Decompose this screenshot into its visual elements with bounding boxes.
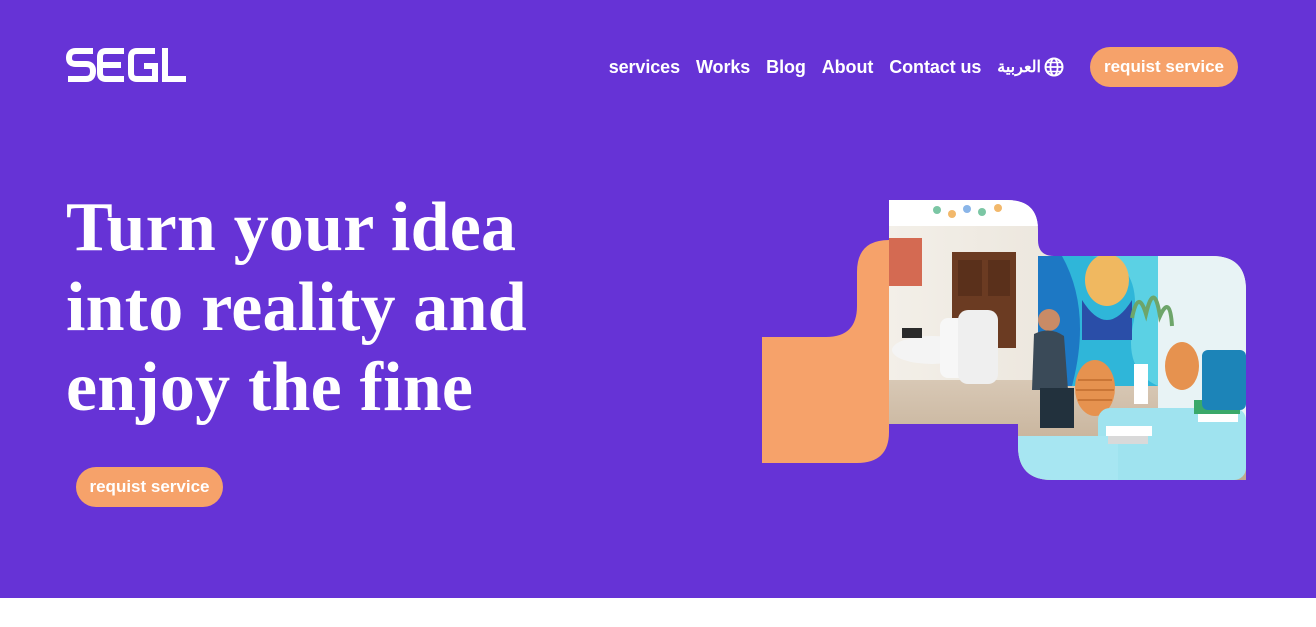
headline-line-3: enjoy the fine [66,349,474,426]
headline-line-2: into reality and [66,269,527,346]
language-label: العربية [997,59,1041,76]
hero-headline: Turn your idea into reality and enjoy th… [66,188,586,428]
main-nav: services Works Blog About Contact us الع… [609,47,1238,87]
hero-request-service-button[interactable]: requist service [76,467,223,507]
globe-icon [1044,57,1064,77]
nav-link-works[interactable]: Works [696,57,750,78]
language-switcher[interactable]: العربية [997,57,1064,77]
nav-link-contact[interactable]: Contact us [889,57,981,78]
segl-logo-icon [66,48,186,82]
interior-photo-icon [762,200,1246,480]
headline-line-1: Turn your idea [66,189,517,266]
hero-section: services Works Blog About Contact us الع… [0,0,1316,598]
brand-logo[interactable] [66,46,188,84]
nav-link-services[interactable]: services [609,57,680,78]
nav-link-blog[interactable]: Blog [766,57,806,78]
header-request-service-button[interactable]: requist service [1090,47,1238,87]
hero-image [762,200,1246,480]
nav-link-about[interactable]: About [822,57,874,78]
